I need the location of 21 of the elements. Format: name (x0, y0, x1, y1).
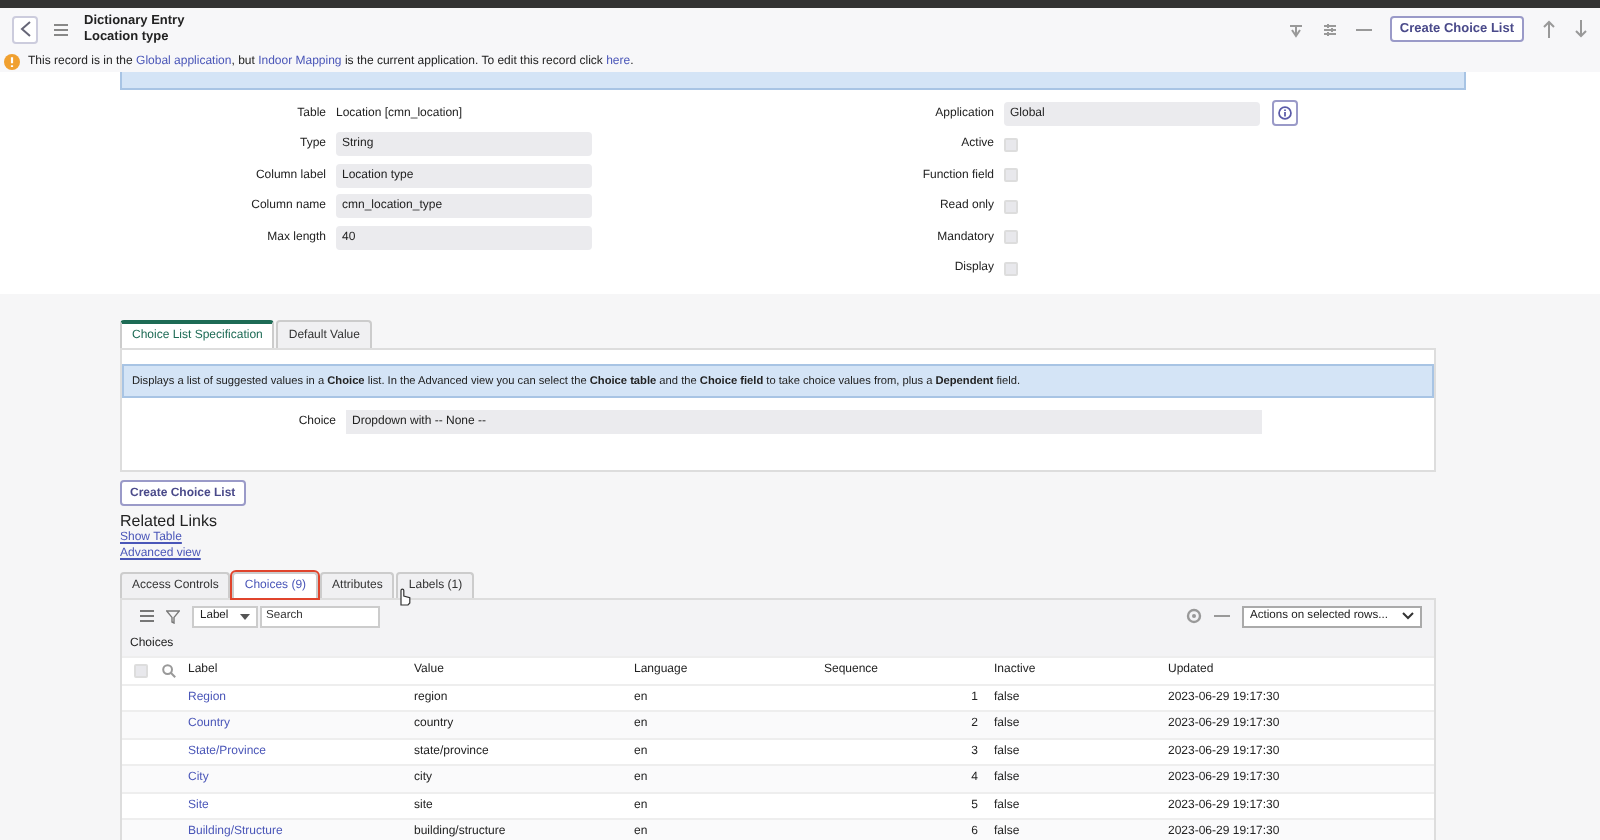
checkbox[interactable] (1004, 230, 1018, 245)
section-heading: Related Links (120, 512, 219, 530)
menu-icon[interactable] (54, 23, 68, 35)
settings-icon[interactable] (1321, 21, 1338, 37)
back-button[interactable] (12, 15, 38, 43)
chevron-left-icon (19, 20, 31, 38)
menu-icon[interactable] (140, 610, 154, 622)
checkbox[interactable] (1004, 168, 1018, 183)
checkbox[interactable] (1004, 261, 1018, 276)
caret-icon (240, 613, 250, 619)
checkbox[interactable] (1004, 137, 1018, 152)
select-all-checkbox[interactable] (134, 663, 148, 678)
checkbox[interactable] (1004, 199, 1018, 214)
settings-icon[interactable] (1186, 608, 1202, 624)
info-icon (1278, 106, 1292, 121)
filter-icon[interactable] (166, 609, 180, 623)
info-button[interactable] (1272, 100, 1298, 127)
search-icon[interactable] (162, 663, 176, 678)
down-arrow-icon[interactable] (1574, 20, 1588, 38)
up-arrow-icon[interactable] (1542, 20, 1556, 38)
chevron-down-icon (1402, 612, 1414, 620)
